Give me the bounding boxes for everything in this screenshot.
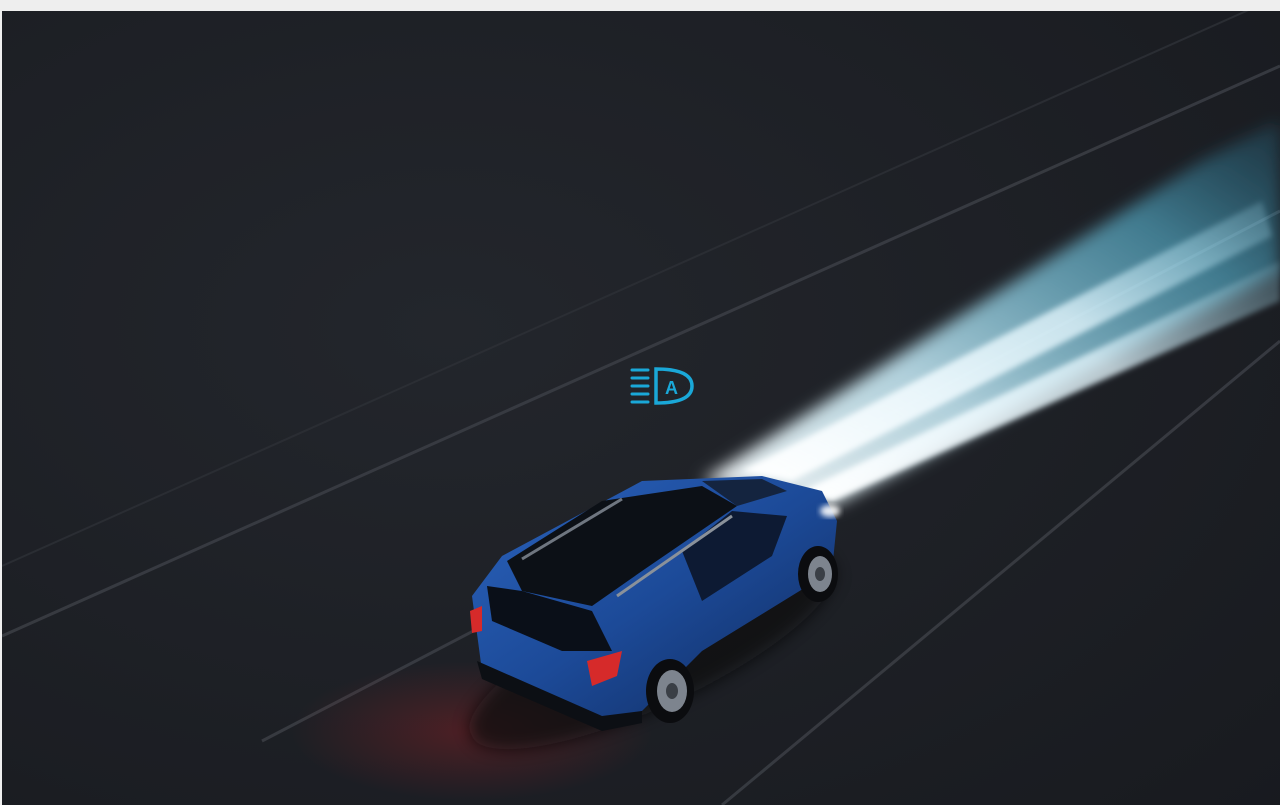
hero-image-scene: A xyxy=(2,11,1280,805)
wheel-front xyxy=(798,546,838,602)
auto-high-beam-letter: A xyxy=(665,378,678,398)
wheel-rear xyxy=(646,659,694,723)
top-margin-strip xyxy=(0,0,1280,11)
night-road-illustration: A xyxy=(2,11,1280,805)
